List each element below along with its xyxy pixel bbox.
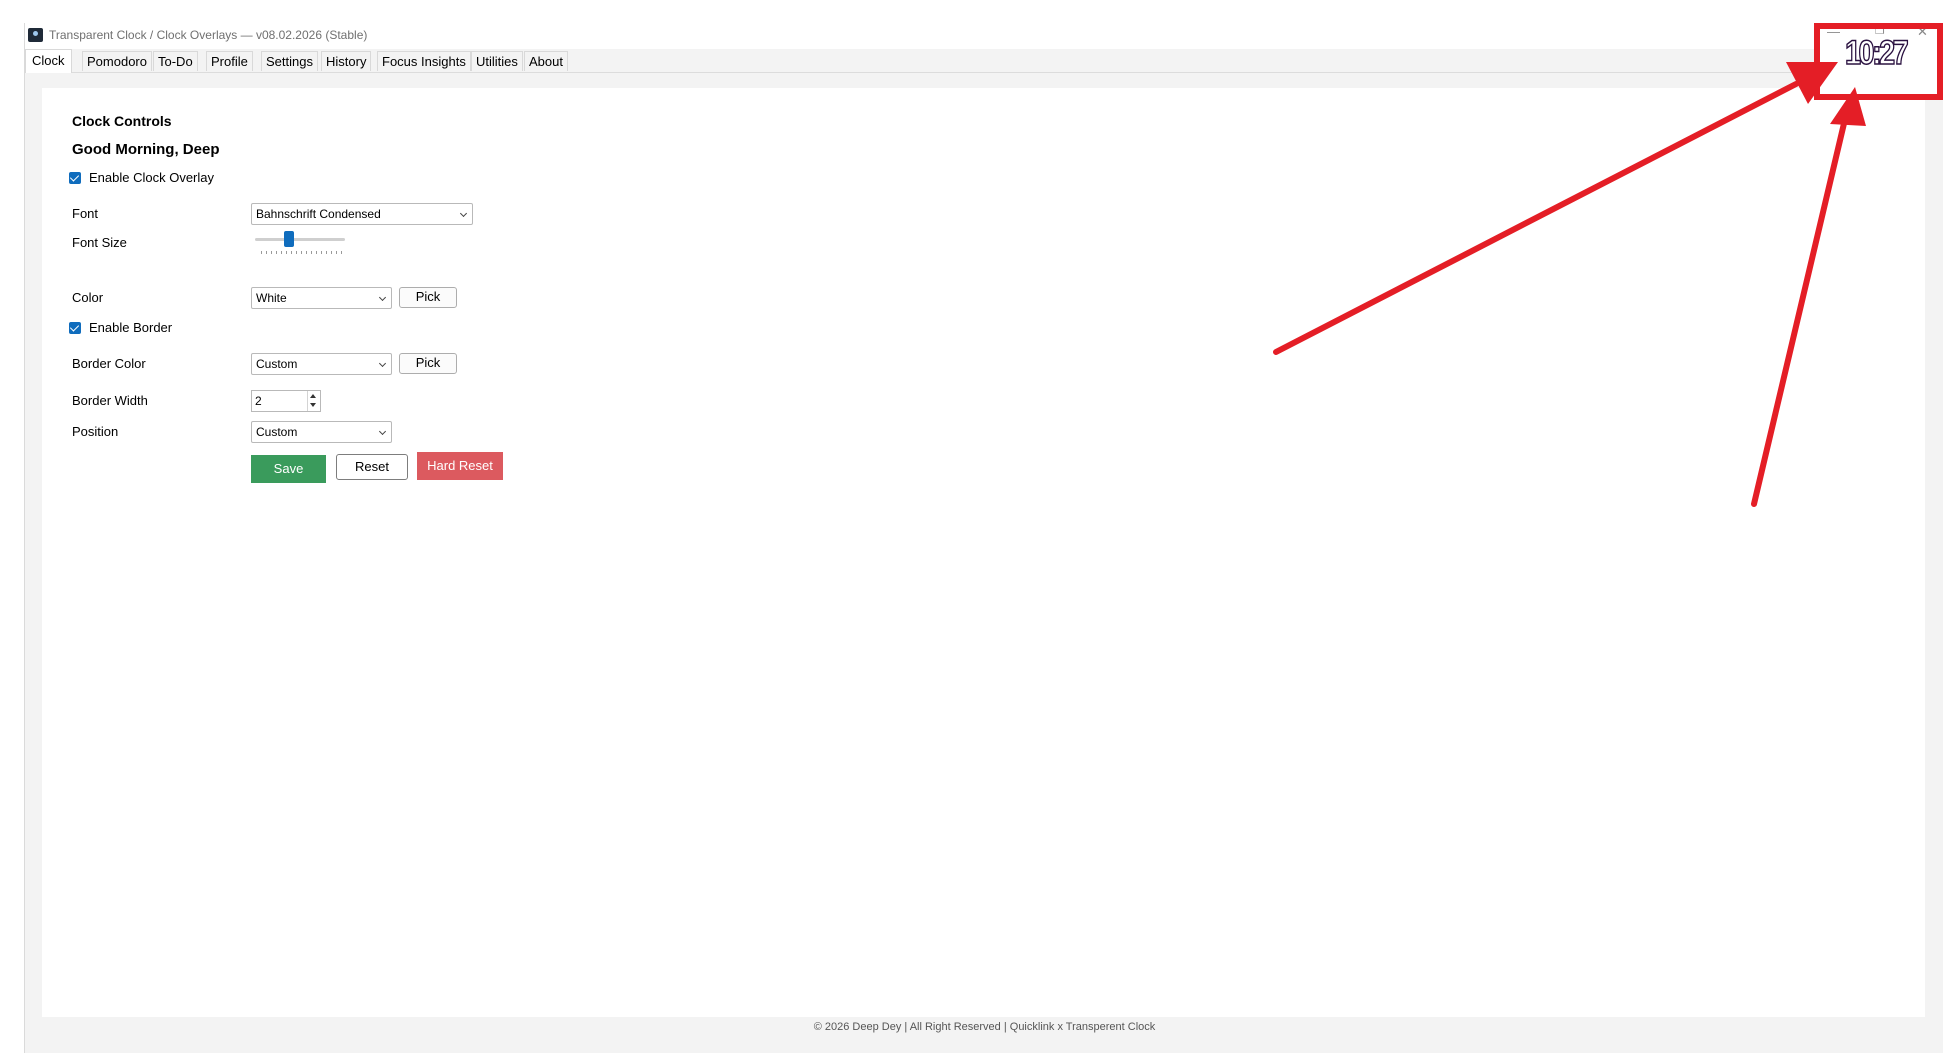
- highlight-rectangle: [1814, 23, 1943, 100]
- arrow-shaft-right: [1751, 112, 1849, 507]
- arrow-icon: [1830, 87, 1866, 126]
- annotation-layer: [1273, 23, 1943, 507]
- tab-clock[interactable]: Clock: [25, 49, 72, 73]
- arrow-shaft-left: [1273, 81, 1799, 355]
